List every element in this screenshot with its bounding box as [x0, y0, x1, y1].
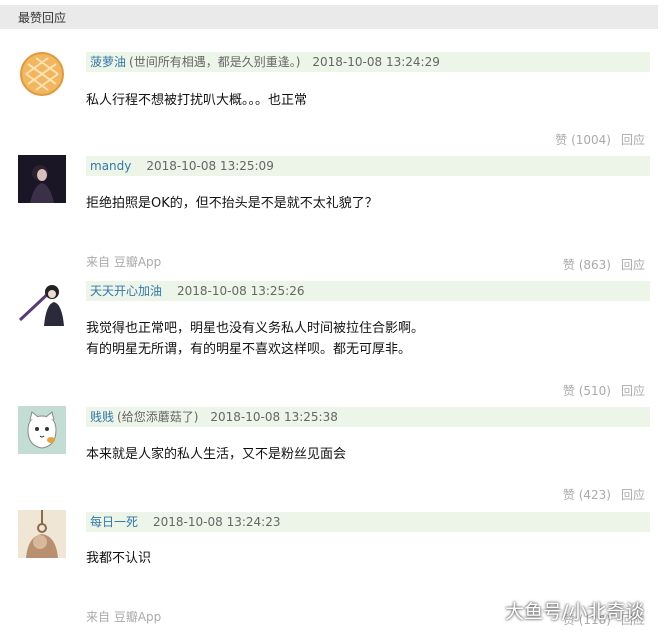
like-button[interactable]: 赞 (1004): [555, 133, 611, 147]
comment-meta: mandy 2018-10-08 13:25:09: [86, 156, 650, 176]
comment-meta: 菠萝油 (世间所有相遇，都是久别重逢。) 2018-10-08 13:24:29: [86, 52, 650, 72]
comment-text: 本来就是人家的私人生活，又不是粉丝见面会: [86, 444, 346, 465]
comment-line: 有的明星无所谓，有的明星不喜欢这样呗。都无可厚非。: [86, 342, 412, 357]
comment-meta: 贱贱 (给您添蘑菇了) 2018-10-08 13:25:38: [86, 407, 650, 427]
username-link[interactable]: 每日一死: [90, 515, 138, 529]
comment-actions: 赞 (863) 回应: [563, 256, 645, 273]
reply-button[interactable]: 回应: [621, 258, 645, 272]
cartoon-cat-avatar-icon: [18, 406, 66, 454]
noose-cartoon-avatar-icon: [18, 510, 66, 558]
user-signature: (给您添蘑菇了): [117, 410, 199, 424]
comment-meta: 每日一死 2018-10-08 13:24:23: [86, 512, 650, 532]
comment-source: 来自 豆瓣App: [86, 610, 162, 624]
comment-timestamp: 2018-10-08 13:24:29: [312, 55, 440, 69]
avatar[interactable]: [18, 155, 66, 203]
comment-line: 拒绝拍照是OK的，但不抬头是不是就不太礼貌了？: [86, 196, 378, 211]
comment-line: 私人行程不想被打扰叭大概。。。也正常: [86, 93, 308, 108]
avatar[interactable]: [18, 280, 66, 328]
like-button[interactable]: 赞 (863): [563, 258, 611, 272]
comment-text: 我都不认识: [86, 548, 151, 569]
username-link[interactable]: 天天开心加油: [90, 284, 162, 298]
comment-source: 来自 豆瓣App: [86, 255, 162, 269]
comment-text: 我觉得也正常吧，明星也没有义务私人时间被拉住合影啊。 有的明星无所谓，有的明星不…: [86, 318, 424, 360]
comment-actions: 赞 (423) 回应: [563, 486, 645, 503]
comment-line: 我觉得也正常吧，明星也没有义务私人时间被拉住合影啊。: [86, 321, 425, 336]
comment-actions: 赞 (510) 回应: [563, 382, 645, 399]
user-signature: (世间所有相遇，都是久别重逢。): [129, 55, 301, 69]
user-photo-avatar-icon: [18, 155, 66, 203]
username-link[interactable]: mandy: [90, 159, 131, 173]
comment-meta: 天天开心加油 2018-10-08 13:25:26: [86, 281, 650, 301]
reply-button[interactable]: 回应: [621, 488, 645, 502]
section-header: 最赞回应: [0, 5, 658, 29]
avatar[interactable]: [18, 510, 66, 558]
comment-timestamp: 2018-10-08 13:25:38: [210, 410, 338, 424]
comment-timestamp: 2018-10-08 13:25:09: [146, 159, 274, 173]
username-link[interactable]: 贱贱: [90, 410, 114, 424]
pineapple-bun-avatar-icon: [18, 50, 66, 98]
comment-actions: 赞 (1004) 回应: [555, 131, 645, 148]
watermark: 大鱼号/小北奇谈: [505, 601, 645, 623]
comment-timestamp: 2018-10-08 13:24:23: [153, 515, 281, 529]
anime-swordsman-avatar-icon: [18, 280, 66, 328]
reply-button[interactable]: 回应: [621, 133, 645, 147]
like-button[interactable]: 赞 (510): [563, 384, 611, 398]
avatar[interactable]: [18, 406, 66, 454]
section-title: 最赞回应: [18, 11, 67, 25]
username-link[interactable]: 菠萝油: [90, 55, 126, 69]
comment-text: 拒绝拍照是OK的，但不抬头是不是就不太礼貌了？: [86, 193, 378, 214]
comment-line: 本来就是人家的私人生活，又不是粉丝见面会: [86, 447, 347, 462]
reply-button[interactable]: 回应: [621, 384, 645, 398]
comment-text: 私人行程不想被打扰叭大概。。。也正常: [86, 90, 307, 111]
like-button[interactable]: 赞 (423): [563, 488, 611, 502]
comment-timestamp: 2018-10-08 13:25:26: [177, 284, 305, 298]
avatar[interactable]: [18, 50, 66, 98]
comment-line: 我都不认识: [86, 551, 152, 566]
